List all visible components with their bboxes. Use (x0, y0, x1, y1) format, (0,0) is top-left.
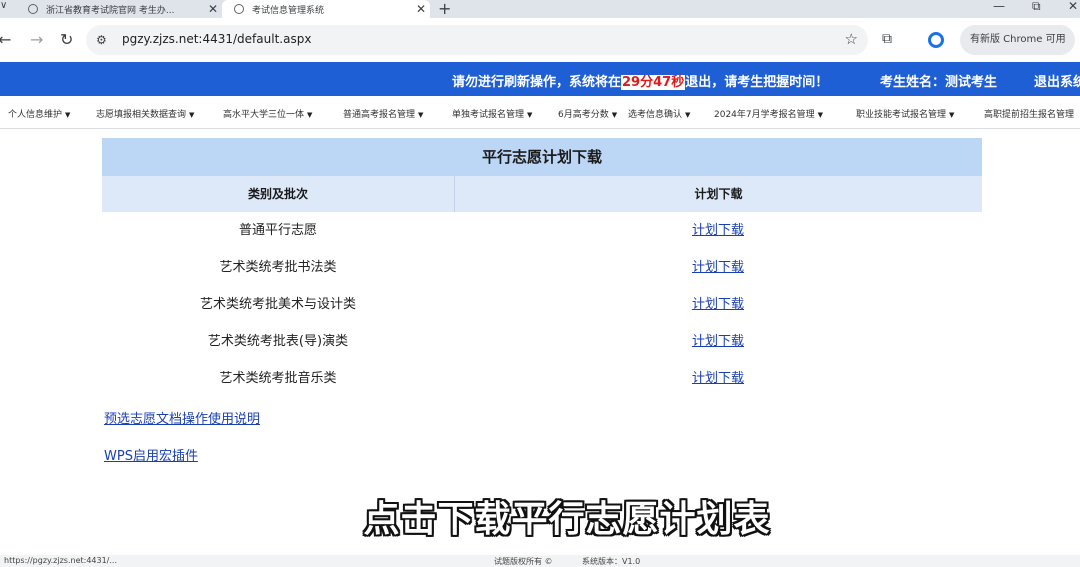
table-row: 艺术类统考批表(导)演类 计划下载 (102, 323, 982, 360)
system-header: 请勿进行刷新操作，系统将在29分47秒退出，请考生把握时间！ 考生姓名：测试考生… (0, 62, 1080, 96)
menu-item-label: 单独考试报名管理 (452, 110, 525, 120)
table-title: 平行志愿计划下载 (102, 138, 982, 176)
plan-download-link[interactable]: 计划下载 (692, 260, 744, 275)
menu-item-elective-confirm[interactable]: 选考信息确认 ▼ (628, 107, 690, 120)
category-cell: 艺术类统考批表(导)演类 (207, 334, 349, 349)
category-cell: 艺术类统考批书法类 (219, 260, 337, 275)
browser-tab-strip: ∨ 浙江省教育考试院官网 考生办... ✕ 考试信息管理系统 ✕ + — ⧉ ✕ (0, 0, 1080, 18)
tab-title: 考试信息管理系统 (252, 5, 325, 16)
countdown-prefix: 请勿进行刷新操作，系统将在 (452, 75, 622, 90)
menu-item-label: 职业技能考试报名管理 (856, 110, 947, 120)
table-row: 普通平行志愿 计划下载 (102, 212, 982, 249)
globe-icon (234, 4, 244, 14)
video-subtitle: 点击下载平行志愿计划表 (363, 499, 771, 540)
globe-icon (28, 4, 38, 14)
extensions-icon[interactable]: ⧉ (882, 31, 892, 47)
menu-item-personal-info[interactable]: 个人信息维护 ▼ (8, 107, 70, 120)
menu-item-label: 2024年7月学考报名管理 (714, 110, 815, 120)
caret-down-icon: ▼ (611, 111, 618, 119)
close-window-button[interactable]: ✕ (1068, 0, 1078, 13)
table-header-row: 类别及批次 计划下载 (102, 176, 982, 212)
download-cell: 计划下载 (454, 249, 982, 286)
caret-down-icon: ▼ (307, 111, 313, 119)
bookmark-star-icon[interactable]: ☆ (845, 30, 858, 48)
copyright-text: 试题版权所有 © (494, 557, 553, 566)
tab-title: 浙江省教育考试院官网 考生办... (46, 5, 175, 16)
plan-download-link[interactable]: 计划下载 (692, 223, 744, 238)
main-menu: 个人信息维护 ▼ 志愿填报相关数据查询 ▼ 高水平大学三位一体 ▼ 普通高考报名管理 ▼… (0, 96, 1080, 129)
download-cell: 计划下载 (454, 360, 982, 397)
tab-close-icon[interactable]: ✕ (412, 2, 430, 16)
menu-item-gaokao-registration[interactable]: 普通高考报名管理 ▼ (343, 107, 423, 120)
logout-link[interactable]: 退出系统 (1034, 71, 1080, 90)
new-tab-button[interactable]: + (438, 0, 451, 18)
caret-down-icon: ▼ (527, 111, 533, 119)
category-cell: 普通平行志愿 (238, 223, 317, 238)
column-header-download: 计划下载 (694, 187, 743, 201)
site-info-icon[interactable]: ⚙ (96, 33, 107, 47)
countdown-suffix: 退出，请考生把握时间！ (685, 75, 829, 90)
link-preview-url: https://pgzy.zjzs.net:4431/... (4, 556, 118, 565)
caret-down-icon: ▼ (949, 111, 955, 119)
menu-item-label: 高职提前招生报名管理 (984, 110, 1075, 120)
maximize-button[interactable]: ⧉ (1032, 0, 1041, 14)
category-cell: 艺术类统考批音乐类 (219, 371, 337, 386)
menu-item-vocational-skill[interactable]: 职业技能考试报名管理 ▼ (856, 107, 954, 120)
caret-down-icon: ▼ (418, 111, 424, 119)
status-bar: https://pgzy.zjzs.net:4431/... 试题版权所有 © … (0, 555, 1080, 567)
table-row: 艺术类统考批音乐类 计划下载 (102, 360, 982, 397)
url-text[interactable]: pgzy.zjzs.net:4431/default.aspx (122, 32, 311, 46)
forward-icon[interactable]: → (30, 30, 43, 49)
examinee-name: 考生姓名：测试考生 (880, 75, 998, 90)
menu-item-label: 6月高考分数 (558, 110, 609, 120)
wps-plugin-link[interactable]: WPS启用宏插件 (104, 445, 198, 464)
browser-toolbar: ← → ↻ ⚙ pgzy.zjzs.net:4431/default.aspx … (0, 18, 1080, 62)
back-icon[interactable]: ← (0, 30, 11, 49)
menu-item-academic-test[interactable]: 2024年7月学考报名管理 ▼ (714, 107, 823, 120)
download-cell: 计划下载 (454, 212, 982, 249)
menu-item-separate-exam[interactable]: 单独考试报名管理 ▼ (452, 107, 532, 120)
menu-item-data-query[interactable]: 志愿填报相关数据查询 ▼ (96, 107, 194, 120)
caret-down-icon: ▼ (189, 111, 195, 119)
caret-down-icon: ▼ (65, 111, 71, 119)
address-bar[interactable]: ⚙ pgzy.zjzs.net:4431/default.aspx ☆ (86, 25, 868, 55)
version-text: 系统版本：V1.0 (582, 557, 641, 566)
minimize-button[interactable]: — (993, 0, 1005, 13)
browser-tab-exam-system[interactable]: 考试信息管理系统 ✕ (222, 0, 430, 18)
plan-download-link[interactable]: 计划下载 (692, 334, 744, 349)
countdown-notice: 请勿进行刷新操作，系统将在29分47秒退出，请考生把握时间！ (452, 71, 828, 90)
manual-link[interactable]: 预选志愿文档操作使用说明 (104, 408, 260, 427)
menu-item-early-admission[interactable]: 高职提前招生报名管理 (984, 107, 1074, 120)
menu-item-label: 志愿填报相关数据查询 (96, 110, 187, 120)
table-row: 艺术类统考批美术与设计类 计划下载 (102, 286, 982, 323)
countdown-timer: 29分47秒 (621, 75, 686, 90)
plan-download-link[interactable]: 计划下载 (692, 371, 744, 386)
tab-close-icon[interactable]: ✕ (204, 2, 222, 16)
table-row: 艺术类统考批书法类 计划下载 (102, 249, 982, 286)
download-cell: 计划下载 (454, 323, 982, 360)
category-cell: 艺术类统考批美术与设计类 (199, 297, 356, 312)
profile-icon[interactable] (928, 32, 944, 48)
menu-item-label: 选考信息确认 (628, 110, 683, 120)
column-header-category: 类别及批次 (102, 176, 455, 212)
plan-download-link[interactable]: 计划下载 (692, 297, 744, 312)
menu-item-three-in-one[interactable]: 高水平大学三位一体 ▼ (223, 107, 312, 120)
plan-download-table: 平行志愿计划下载 类别及批次 计划下载 普通平行志愿 计划下载 艺术类统考批书法… (102, 138, 982, 397)
menu-item-label: 高水平大学三位一体 (223, 110, 305, 120)
caret-down-icon: ▼ (817, 111, 824, 119)
menu-item-label: 普通高考报名管理 (343, 110, 416, 120)
download-cell: 计划下载 (454, 286, 982, 323)
menu-item-june-scores[interactable]: 6月高考分数 ▼ (558, 107, 617, 120)
chrome-update-button[interactable]: 有新版 Chrome 可用 (960, 25, 1075, 55)
reload-icon[interactable]: ↻ (60, 30, 73, 49)
menu-item-label: 个人信息维护 (8, 110, 63, 120)
caret-down-icon: ▼ (685, 111, 691, 119)
browser-tab-exam-portal[interactable]: 浙江省教育考试院官网 考生办... ✕ (0, 0, 222, 18)
